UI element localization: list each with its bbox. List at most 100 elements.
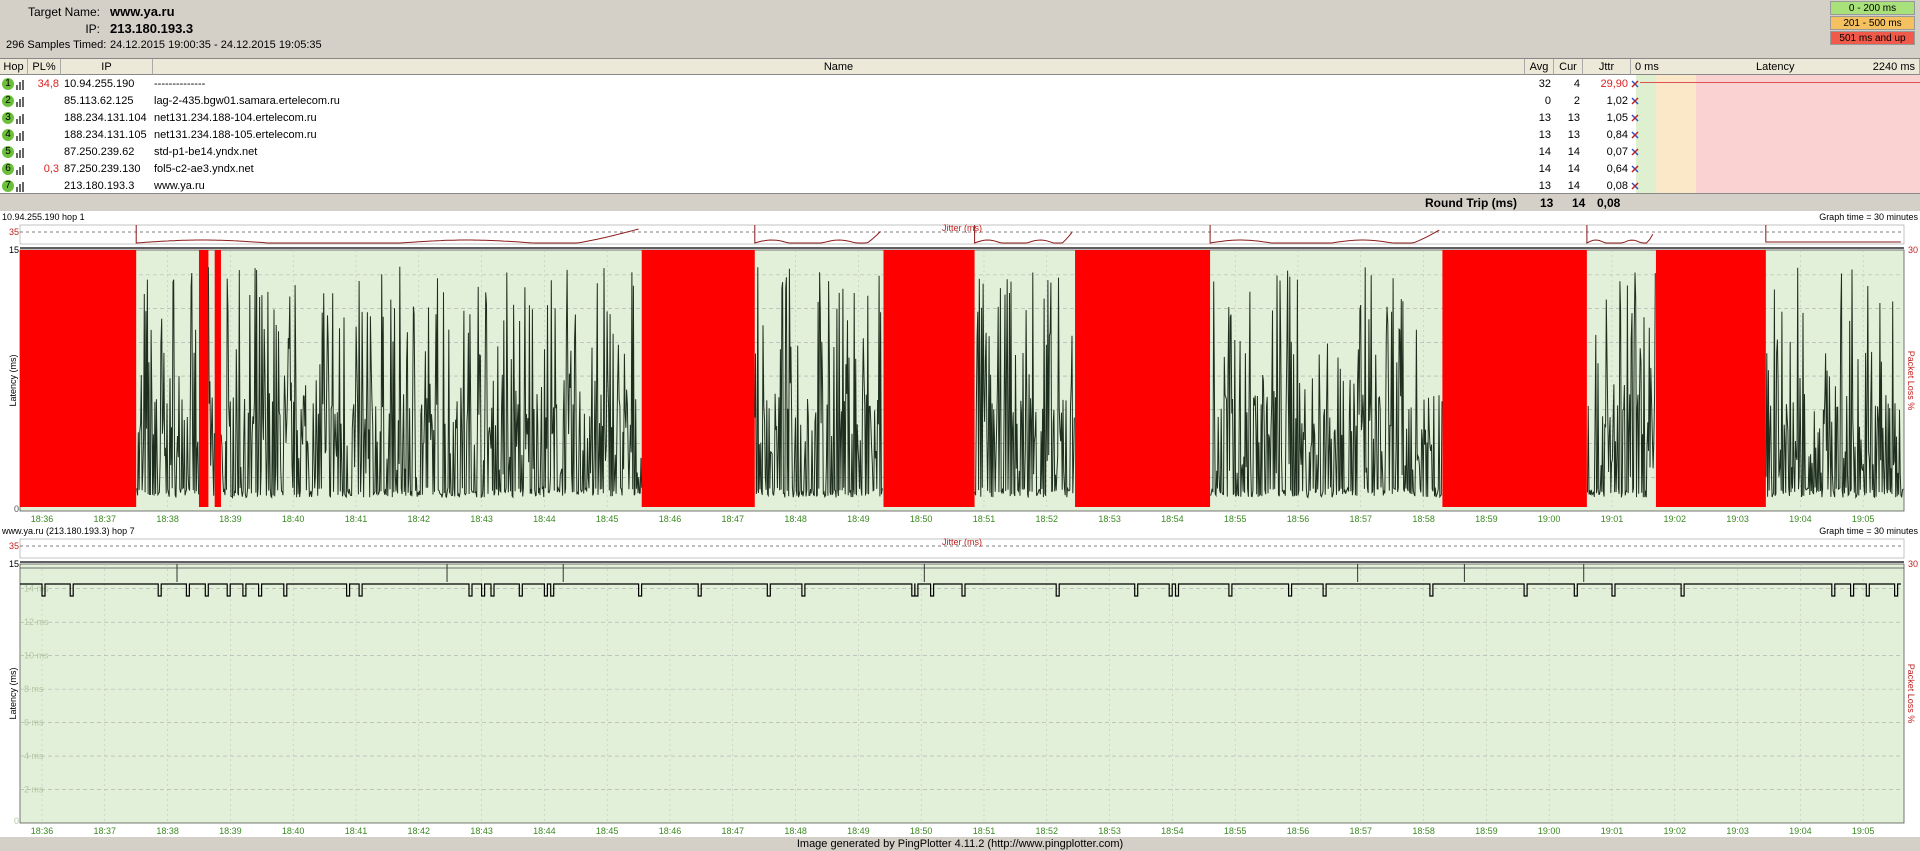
- bar-chart-icon[interactable]: [16, 130, 24, 141]
- bar-chart-icon[interactable]: [16, 181, 24, 192]
- x-tick-label: 18:52: [1036, 514, 1059, 524]
- x-tick-label: 18:45: [596, 826, 619, 836]
- x-tick-label: 18:57: [1350, 514, 1373, 524]
- packet-loss: 34,8: [37, 78, 59, 90]
- hop-ip: 85.113.62.125: [64, 95, 134, 107]
- x-tick-label: 18:43: [470, 514, 493, 524]
- table-row[interactable]: 5 87.250.239.62 std-p1-be14.yndx.net 14 14 0,…: [0, 144, 1920, 161]
- x-tick-label: 18:53: [1098, 514, 1121, 524]
- col-avg[interactable]: Avg: [1525, 59, 1554, 75]
- col-jttr[interactable]: Jttr: [1583, 59, 1631, 75]
- x-tick-label: 18:55: [1224, 514, 1247, 524]
- hop-cur: 14: [1567, 146, 1580, 158]
- hop-number: 2: [2, 95, 14, 107]
- latency-title: Latency: [1756, 61, 1795, 73]
- bar-chart-icon[interactable]: [16, 96, 24, 107]
- hop-jitter: 0,07: [1606, 146, 1628, 158]
- legend-orange: 201 - 500 ms: [1830, 16, 1915, 30]
- table-row[interactable]: 4 188.234.131.105 net131.234.188-105.ertel…: [0, 127, 1920, 144]
- col-cur[interactable]: Cur: [1554, 59, 1583, 75]
- x-tick-label: 18:50: [910, 826, 933, 836]
- x-tick-label: 18:48: [784, 514, 807, 524]
- latency-marker: [1631, 161, 1639, 178]
- col-name[interactable]: Name: [153, 59, 1525, 75]
- hop7-graph-title: www.ya.ru (213.180.193.3) hop 7: [2, 526, 135, 536]
- table-row[interactable]: 1 34,8 10.94.255.190 -------------- 32 4 29,90: [0, 76, 1920, 93]
- x-tick-label: 19:01: [1601, 826, 1624, 836]
- ip-value: 213.180.193.3: [110, 21, 194, 36]
- legend-green: 0 - 200 ms: [1830, 1, 1915, 15]
- table-row[interactable]: 3 188.234.131.104 net131.234.188-104.ertel…: [0, 110, 1920, 127]
- x-tick-label: 18:54: [1161, 826, 1184, 836]
- x-tick-label: 18:44: [533, 826, 556, 836]
- hop-avg: 14: [1538, 146, 1551, 158]
- x-tick-label: 18:46: [659, 826, 682, 836]
- y-axis-label: Latency (ms): [8, 354, 18, 406]
- x-tick-label: 18:39: [219, 826, 242, 836]
- top-left-label: 15: [9, 245, 19, 255]
- hop-number: 5: [2, 146, 14, 158]
- x-tick-label: 19:00: [1538, 514, 1561, 524]
- hop-avg: 13: [1538, 112, 1551, 124]
- x-tick-label: 18:50: [910, 514, 933, 524]
- samples-label: 296 Samples Timed:: [6, 39, 107, 51]
- x-tick-label: 18:47: [722, 514, 745, 524]
- top-left-label: 15: [9, 559, 19, 569]
- x-tick-label: 19:03: [1726, 514, 1749, 524]
- bar-chart-icon[interactable]: [16, 113, 24, 124]
- x-tick-label: 18:42: [408, 514, 431, 524]
- latency-marker: [1631, 110, 1639, 127]
- hop-name: net131.234.188-104.ertelecom.ru: [154, 112, 317, 124]
- packet-loss-bar: [883, 250, 975, 507]
- packet-loss: 0,3: [43, 163, 59, 175]
- x-tick-label: 18:48: [784, 826, 807, 836]
- latency-min: 0 ms: [1635, 61, 1659, 73]
- trace-table: Hop PL% IP Name Avg Cur Jttr 0 ms Latenc…: [0, 58, 1920, 194]
- x-tick-label: 18:36: [31, 826, 54, 836]
- hop1-graph-title: 10.94.255.190 hop 1: [2, 212, 85, 222]
- col-pl[interactable]: PL%: [28, 59, 61, 75]
- hop7-graph[interactable]: www.ya.ru (213.180.193.3) hop 7 Graph ti…: [0, 525, 1920, 837]
- target-name-value: www.ya.ru: [110, 4, 175, 19]
- x-tick-label: 18:51: [973, 514, 996, 524]
- bar-chart-icon[interactable]: [16, 79, 24, 90]
- latency-marker: [1631, 76, 1639, 93]
- bar-chart-icon[interactable]: [16, 164, 24, 175]
- hop-name: std-p1-be14.yndx.net: [154, 146, 258, 158]
- round-trip-bar: Round Trip (ms) 13 14 0,08: [0, 193, 1920, 211]
- bar-chart-icon[interactable]: [16, 147, 24, 158]
- x-tick-label: 18:56: [1287, 514, 1310, 524]
- top-right-label: 30: [1908, 559, 1918, 569]
- x-tick-label: 19:05: [1852, 514, 1875, 524]
- table-row[interactable]: 2 85.113.62.125 lag-2-435.bgw01.samara.ert…: [0, 93, 1920, 110]
- x-tick-label: 18:56: [1287, 826, 1310, 836]
- col-ip[interactable]: IP: [61, 59, 153, 75]
- hop-jitter: 0,84: [1606, 129, 1628, 141]
- y-axis-label: Latency (ms): [8, 667, 18, 719]
- table-row[interactable]: 6 0,3 87.250.239.130 fol5-c2-ae3.yndx.net 14…: [0, 161, 1920, 178]
- y2-axis-label: Packet Loss %: [1906, 664, 1916, 724]
- hop-ip: 188.234.131.104: [64, 112, 147, 124]
- x-tick-label: 18:38: [156, 826, 179, 836]
- ip-label: IP:: [85, 22, 100, 36]
- x-tick-label: 18:41: [345, 826, 368, 836]
- time-range: 24.12.2015 19:00:35 - 24.12.2015 19:05:3…: [110, 39, 322, 51]
- x-tick-label: 18:59: [1475, 514, 1498, 524]
- hop-avg: 13: [1538, 129, 1551, 141]
- col-latency[interactable]: 0 ms Latency 2240 ms: [1631, 59, 1920, 75]
- packet-loss-bar: [1442, 250, 1587, 507]
- x-tick-label: 19:05: [1852, 826, 1875, 836]
- x-tick-label: 18:37: [94, 826, 117, 836]
- legend-red: 501 ms and up: [1830, 31, 1915, 45]
- hop1-graph[interactable]: 10.94.255.190 hop 1 Graph time = 30 minu…: [0, 211, 1920, 525]
- hop-name: lag-2-435.bgw01.samara.ertelecom.ru: [154, 95, 340, 107]
- hop-ip: 87.250.239.130: [64, 163, 141, 175]
- col-hop[interactable]: Hop: [0, 59, 28, 75]
- hop-avg: 0: [1544, 95, 1551, 107]
- packet-loss-bar: [198, 250, 209, 507]
- round-trip-cur: 14: [1572, 196, 1586, 210]
- hop-ip: 10.94.255.190: [64, 78, 135, 90]
- hop-jitter: 29,90: [1600, 78, 1628, 90]
- hop-cur: 14: [1567, 163, 1580, 175]
- x-tick-label: 19:02: [1664, 826, 1687, 836]
